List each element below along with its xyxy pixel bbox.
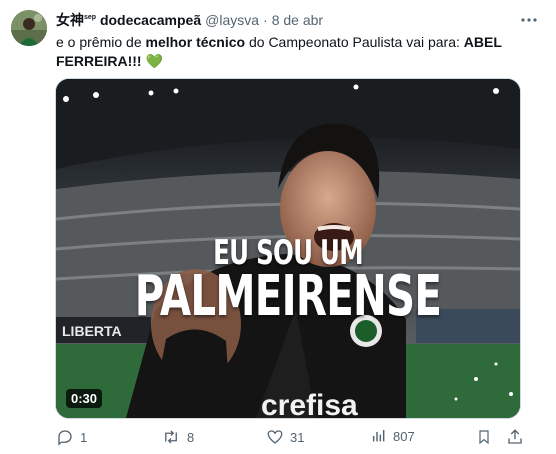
repost-count: 8 [187,429,195,445]
share-button[interactable] [506,428,524,446]
like-count: 31 [290,429,305,445]
green-heart-icon: 💚 [145,53,163,69]
bookmark-button[interactable] [476,428,492,446]
bold-text-role: melhor técnico [145,34,246,50]
tweet-date[interactable]: 8 de abr [272,12,323,28]
reply-button[interactable]: 1 [56,428,87,446]
avatar[interactable] [11,10,47,46]
repost-icon [165,430,177,444]
separator-dot: · [263,12,268,28]
tweet-actions: 1 8 31 807 [56,428,526,448]
author-name[interactable]: 女神sep dodecacampeã [56,10,201,30]
video-duration-badge: 0:30 [66,389,103,408]
reply-count: 1 [80,429,88,445]
more-options-icon[interactable] [516,10,542,30]
reply-icon [58,430,72,446]
views-button[interactable]: 807 [371,428,415,444]
video-caption-line2: PALMEIRENSE [134,264,442,329]
like-button[interactable]: 31 [266,428,304,446]
views-icon [372,430,385,442]
share-icon [508,429,522,444]
shirt-sponsor-text: crefisa [261,389,358,418]
tweet-header: 女神sep dodecacampeã @laysva · 8 de abr [56,10,544,30]
tweet-text: e o prêmio de melhor técnico do Campeona… [56,34,502,69]
author-handle[interactable]: @laysva [205,12,259,28]
video-player[interactable]: LIBERTA crefisa EU SOU UM PALMEIRENSE 0:… [55,78,521,419]
banner-text: LIBERTA [62,323,122,339]
bookmark-icon [479,430,489,445]
repost-button[interactable]: 8 [161,428,194,446]
view-count: 807 [393,428,415,444]
like-icon [267,430,283,444]
